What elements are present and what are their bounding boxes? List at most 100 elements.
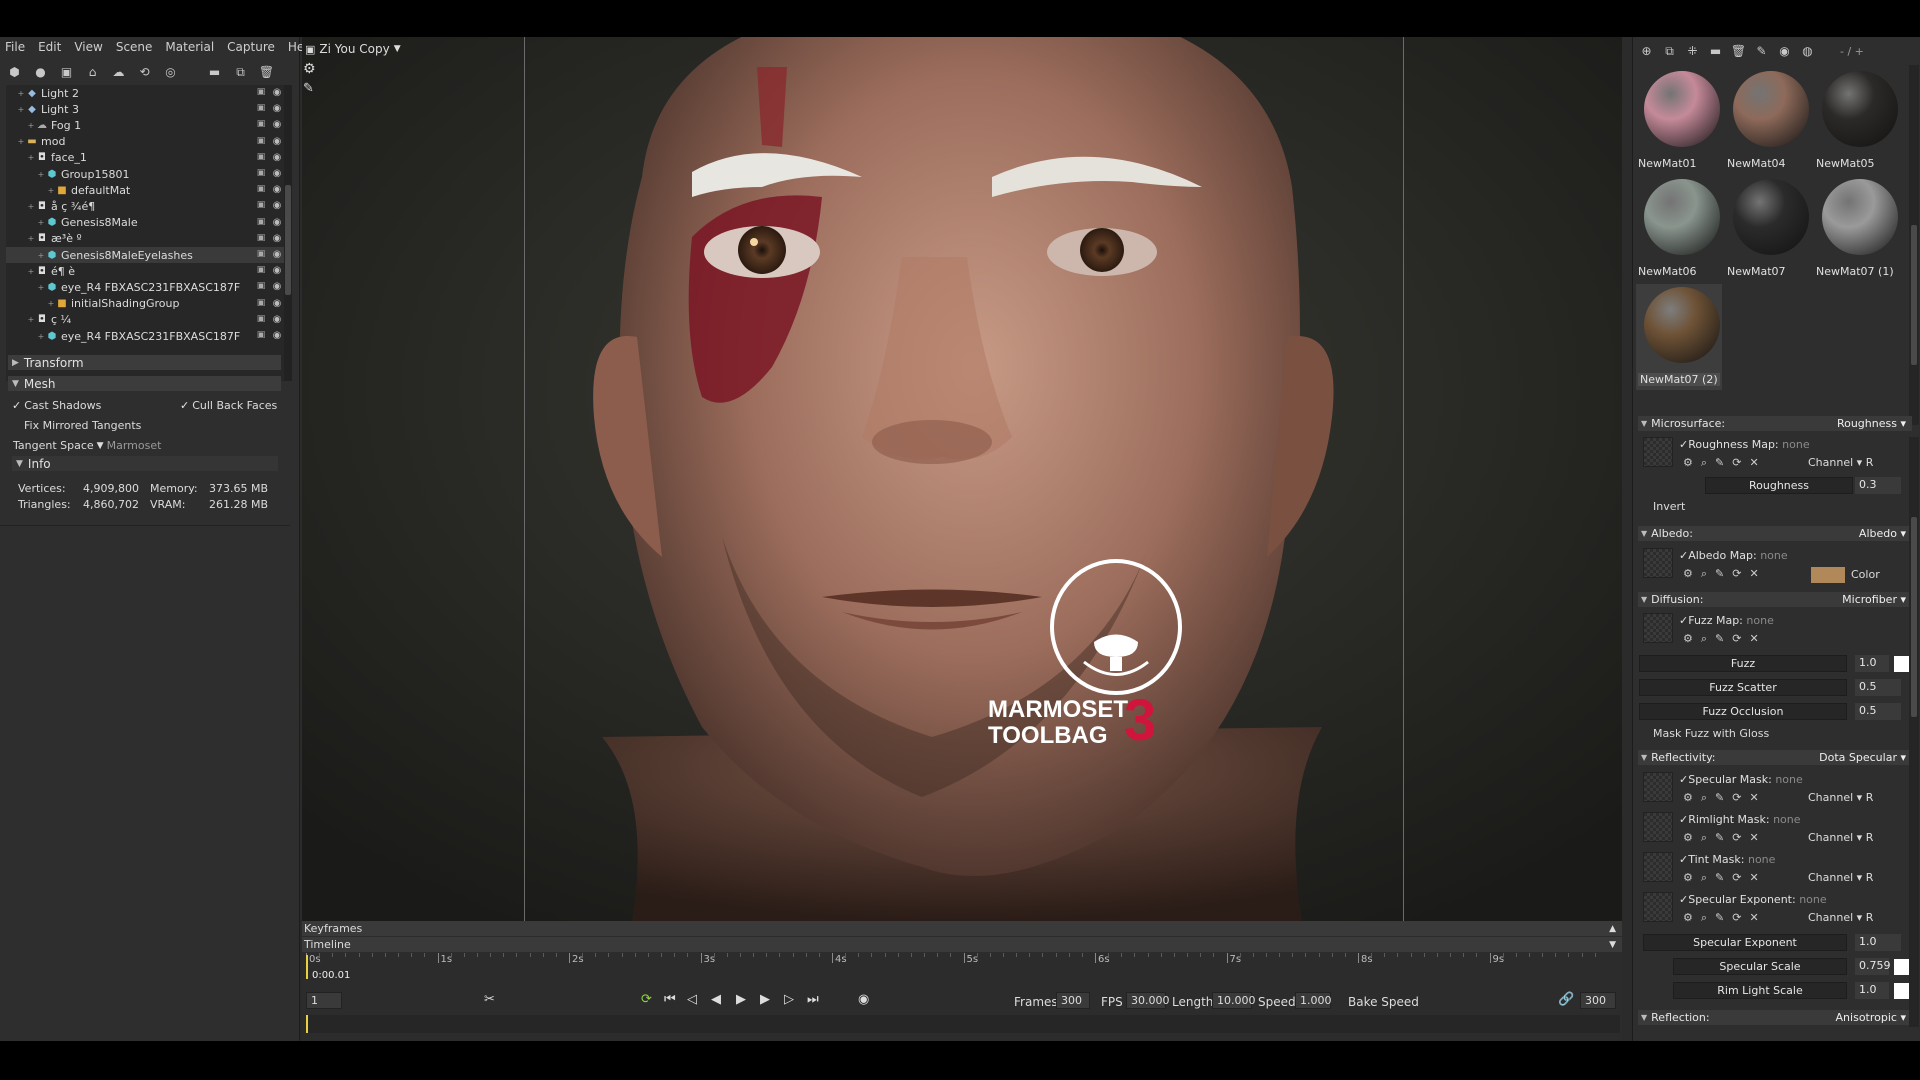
eye-icon[interactable]: ◉ (271, 152, 283, 164)
lock-icon[interactable]: ▣ (255, 265, 267, 277)
expand-toggle-icon[interactable]: + (36, 170, 46, 179)
bake-speed-button[interactable]: Bake Speed (1348, 995, 1419, 1009)
tint-mask-channel-dropdown[interactable]: Channel ▾ R (1808, 871, 1873, 884)
reflection-section[interactable]: ▼ Reflection: Anisotropic ▾ (1638, 1010, 1912, 1025)
lock-icon[interactable]: ▣ (255, 136, 267, 148)
albedo-mode-dropdown[interactable]: Albedo ▾ (1859, 527, 1906, 540)
roughness-slider[interactable]: Roughness (1705, 477, 1853, 494)
eye-icon[interactable]: ◉ (271, 298, 283, 310)
settings-icon[interactable]: ◉ (858, 992, 869, 1007)
step-back-icon[interactable]: ◀ (711, 992, 721, 1007)
editor-scrollbar[interactable] (1909, 437, 1919, 1027)
rimlight-mask-slot[interactable] (1643, 812, 1673, 842)
rim-light-color-swatch[interactable] (1894, 983, 1910, 999)
menu-scene[interactable]: Scene (116, 40, 153, 54)
view-size-control[interactable]: - / + (1840, 45, 1864, 58)
end-frame-field[interactable]: 300 (1580, 992, 1616, 1009)
timeline-header[interactable]: Timeline ▼ (302, 937, 1622, 952)
eye-icon[interactable]: ◉ (271, 184, 283, 196)
lock-icon[interactable]: ▣ (255, 200, 267, 212)
material-thumbnail[interactable]: NewMat07 (2) (1636, 284, 1722, 390)
tree-item[interactable]: + ◘ æ³è º ▣ ◉ (6, 231, 290, 247)
lock-icon[interactable]: ▣ (255, 184, 267, 196)
lock-icon[interactable]: ▣ (255, 281, 267, 293)
roughness-channel-dropdown[interactable]: Channel ▾ R (1808, 456, 1873, 469)
map-tool-icons[interactable]: ⚙⌕✎⟳✕ (1683, 911, 1767, 925)
specular-exponent-value[interactable]: 1.0 (1855, 934, 1901, 951)
loop-icon[interactable]: ⟳ (641, 992, 652, 1007)
time-ruler[interactable]: 0s 1s 2s 3s 4s 5s 6s 7s 8s 9s (306, 953, 1624, 983)
tree-item[interactable]: + ◘ ç ¼ ▣ ◉ (6, 312, 290, 328)
lock-icon[interactable]: ▣ (255, 168, 267, 180)
lock-icon[interactable]: ▣ (255, 119, 267, 131)
frame-input[interactable]: 1 (306, 992, 342, 1009)
add-camera-icon[interactable]: ▣ (58, 64, 75, 81)
tree-item[interactable]: + ⬢ eye_R4 FBXASC231FBXASC187FBX ▣ ◉ (6, 279, 290, 295)
playhead[interactable] (306, 955, 308, 979)
tree-item[interactable]: + ☁ Fog 1 ▣ ◉ (6, 117, 290, 133)
specular-exponent-channel-dropdown[interactable]: Channel ▾ R (1808, 911, 1873, 924)
expand-toggle-icon[interactable]: + (36, 218, 46, 227)
gear-icon[interactable]: ⚙ (303, 61, 323, 81)
microsurface-section[interactable]: ▼ Microsurface: Roughness ▾ (1638, 416, 1912, 431)
expand-toggle-icon[interactable]: + (26, 267, 36, 276)
menu-edit[interactable]: Edit (38, 40, 61, 54)
expand-toggle-icon[interactable]: + (36, 283, 46, 292)
length-field[interactable]: 10.000 (1212, 992, 1256, 1009)
expand-toggle-icon[interactable]: + (26, 153, 36, 162)
eye-icon[interactable]: ◉ (271, 136, 283, 148)
rimlight-mask-channel-dropdown[interactable]: Channel ▾ R (1808, 831, 1873, 844)
expand-toggle-icon[interactable]: + (26, 315, 36, 324)
scissors-icon[interactable]: ✂ (484, 992, 495, 1007)
eye-icon[interactable]: ◉ (271, 119, 283, 131)
tree-item[interactable]: + ◆ Light 2 ▣ ◉ (6, 85, 290, 101)
specular-exponent-map-slot[interactable] (1643, 892, 1673, 922)
lock-icon[interactable]: ▣ (255, 152, 267, 164)
expand-toggle-icon[interactable]: + (16, 89, 26, 98)
compass-icon[interactable]: ◍ (1799, 43, 1816, 60)
specular-color-swatch[interactable] (1894, 959, 1910, 975)
tree-item[interactable]: + ◆ Light 3 ▣ ◉ (6, 101, 290, 117)
speed-field[interactable]: 1.000 (1295, 992, 1332, 1009)
keyframes-header[interactable]: Keyframes ▲ (302, 921, 1622, 936)
render-viewport[interactable]: MARMOSET TOOLBAG 3 (302, 37, 1622, 921)
reflectivity-mode-dropdown[interactable]: Dota Specular ▾ (1819, 751, 1906, 764)
tree-item[interactable]: + ■ defaultMat ▣ ◉ (6, 182, 290, 198)
lock-icon[interactable]: ▣ (255, 217, 267, 229)
chevron-down-icon[interactable]: ▼ (394, 44, 401, 54)
open-folder-icon[interactable]: ▬ (1707, 43, 1724, 60)
diffusion-section[interactable]: ▼ Diffusion: Microfiber ▾ (1638, 592, 1912, 607)
add-object-icon[interactable]: ⬢ (6, 64, 23, 81)
delete-icon[interactable]: 🗑 (1730, 43, 1747, 60)
duplicate-icon[interactable]: ⧉ (232, 64, 249, 81)
tree-item[interactable]: + ▬ mod ▣ ◉ (6, 134, 290, 150)
expand-toggle-icon[interactable]: + (36, 251, 46, 260)
eye-icon[interactable]: ◉ (271, 249, 283, 261)
expand-toggle-icon[interactable]: + (46, 186, 56, 195)
fuzz-map-slot[interactable] (1643, 613, 1673, 643)
lock-icon[interactable]: ▣ (255, 103, 267, 115)
step-forward-icon[interactable]: ▶ (760, 992, 770, 1007)
specular-mask-channel-dropdown[interactable]: Channel ▾ R (1808, 791, 1873, 804)
transform-section[interactable]: ▶ Transform (8, 355, 281, 370)
expand-toggle-icon[interactable]: + (16, 137, 26, 146)
fuzz-value[interactable]: 1.0 (1855, 655, 1889, 672)
collapse-icon[interactable]: ▼ (1609, 940, 1616, 950)
tree-item[interactable]: + ◘ å ç ¾é¶ ▣ ◉ (6, 198, 290, 214)
material-thumbnail[interactable]: NewMat04 (1725, 68, 1811, 174)
fuzz-scatter-value[interactable]: 0.5 (1855, 679, 1901, 696)
eye-icon[interactable]: ◉ (271, 330, 283, 342)
duplicate-material-icon[interactable]: ⧉ (1661, 43, 1678, 60)
tree-item[interactable]: + ⬢ Genesis8Male ▣ ◉ (6, 215, 290, 231)
mesh-section[interactable]: ▼ Mesh (8, 376, 281, 391)
eye-icon[interactable]: ◉ (271, 281, 283, 293)
fuzz-occlusion-value[interactable]: 0.5 (1855, 703, 1901, 720)
material-pattern-icon[interactable]: ⁜ (1684, 43, 1701, 60)
eye-icon[interactable]: ◉ (271, 217, 283, 229)
tree-item[interactable]: + ⬢ Genesis8MaleEyelashes ▣ ◉ (6, 247, 290, 263)
expand-toggle-icon[interactable]: + (36, 332, 46, 341)
add-fog-icon[interactable]: ☁ (110, 64, 127, 81)
eyedropper-icon[interactable]: ✎ (1753, 43, 1770, 60)
albedo-color-swatch[interactable] (1811, 567, 1845, 583)
info-section[interactable]: ▼ Info (12, 456, 278, 471)
